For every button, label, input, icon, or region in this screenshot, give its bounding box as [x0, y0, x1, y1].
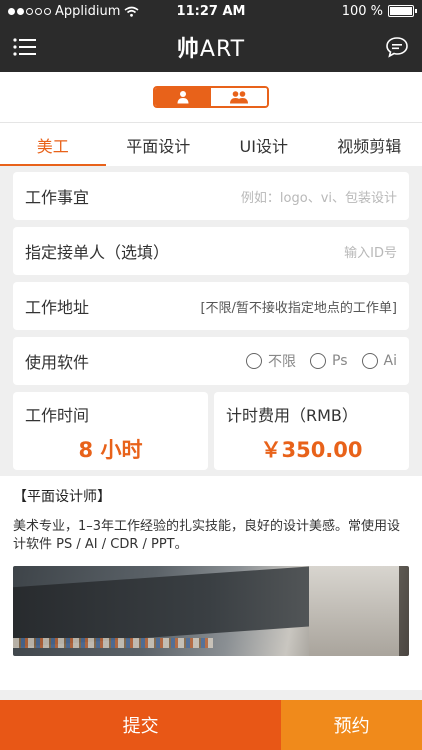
work-time-value: 8 小时 [78, 438, 143, 462]
wifi-icon [124, 6, 139, 17]
work-item-placeholder[interactable]: 例如：logo、vi、包装设计 [241, 187, 397, 206]
software-label: 使用软件 [25, 353, 90, 372]
single-mode-button[interactable] [155, 88, 211, 106]
address-note: [不限/暂不接收指定地点的工作单] [200, 300, 397, 316]
time-fee-row: 工作时间 8 小时 计时费用（RMB） ￥350.00 [13, 392, 409, 470]
submit-button[interactable]: 提交 [0, 700, 282, 750]
software-option-any[interactable]: 不限 [246, 351, 296, 371]
work-time-label: 工作时间 [25, 406, 90, 425]
status-bar: Applidium 11:27 AM 100 % [0, 0, 422, 22]
group-mode-button[interactable] [211, 88, 267, 106]
description-title: 【平面设计师】 [13, 489, 111, 505]
tab-video-editing[interactable]: 视频剪辑 [317, 123, 422, 166]
chat-icon[interactable] [384, 34, 410, 60]
software-option-ai[interactable]: Ai [361, 353, 397, 369]
tab-art[interactable]: 美工 [0, 123, 106, 166]
hourly-fee-value: ￥350.00 [260, 438, 363, 462]
battery-percent: 100 % [341, 3, 383, 19]
person-icon [177, 91, 189, 104]
carrier-name: Applidium [55, 3, 121, 19]
battery-icon [388, 5, 417, 17]
category-tabs: 美工 平面设计 UI设计 视频剪辑 [0, 122, 422, 166]
menu-icon[interactable] [12, 34, 38, 60]
mode-toggle-row [0, 72, 422, 122]
reserve-button[interactable]: 预约 [281, 700, 422, 750]
radio-icon[interactable] [310, 353, 327, 369]
description-body: 美术专业，1–3年工作经验的扎实技能，良好的设计美感。常使用设计软件 PS / … [13, 519, 401, 552]
radio-icon[interactable] [361, 353, 378, 369]
tab-ui-design[interactable]: UI设计 [211, 123, 317, 166]
signal-icon [8, 7, 51, 15]
mode-toggle [153, 86, 269, 108]
group-icon [230, 91, 248, 104]
nav-bar: 帅ART [0, 22, 422, 72]
assignee-field[interactable]: 指定接单人（选填） 输入ID号 [13, 227, 409, 275]
address-field[interactable]: 工作地址 [不限/暂不接收指定地点的工作单] [13, 282, 409, 330]
work-item-label: 工作事宜 [25, 188, 90, 207]
top-bar: Applidium 11:27 AM 100 % 帅ART [0, 0, 422, 72]
hourly-fee-card[interactable]: 计时费用（RMB） ￥350.00 [214, 392, 409, 470]
designer-description: 【平面设计师】 美术专业，1–3年工作经验的扎实技能，良好的设计美感。常使用设计… [0, 476, 422, 690]
software-option-ps[interactable]: Ps [310, 353, 348, 369]
work-item-field[interactable]: 工作事宜 例如：logo、vi、包装设计 [13, 172, 409, 220]
assignee-label: 指定接单人（选填） [25, 243, 170, 262]
hourly-fee-label: 计时费用（RMB） [226, 406, 358, 425]
workspace-photo [13, 566, 409, 656]
action-bar: 提交 预约 [0, 700, 422, 750]
order-form: 工作事宜 例如：logo、vi、包装设计 指定接单人（选填） 输入ID号 工作地… [0, 166, 422, 470]
assignee-placeholder[interactable]: 输入ID号 [344, 242, 397, 261]
software-options: 不限 Ps Ai [246, 351, 397, 371]
software-field: 使用软件 不限 Ps Ai [13, 337, 409, 385]
address-label: 工作地址 [25, 298, 90, 317]
radio-icon[interactable] [246, 353, 263, 369]
work-time-card[interactable]: 工作时间 8 小时 [13, 392, 208, 470]
tab-graphic-design[interactable]: 平面设计 [106, 123, 212, 166]
app-logo: 帅ART [176, 37, 246, 62]
